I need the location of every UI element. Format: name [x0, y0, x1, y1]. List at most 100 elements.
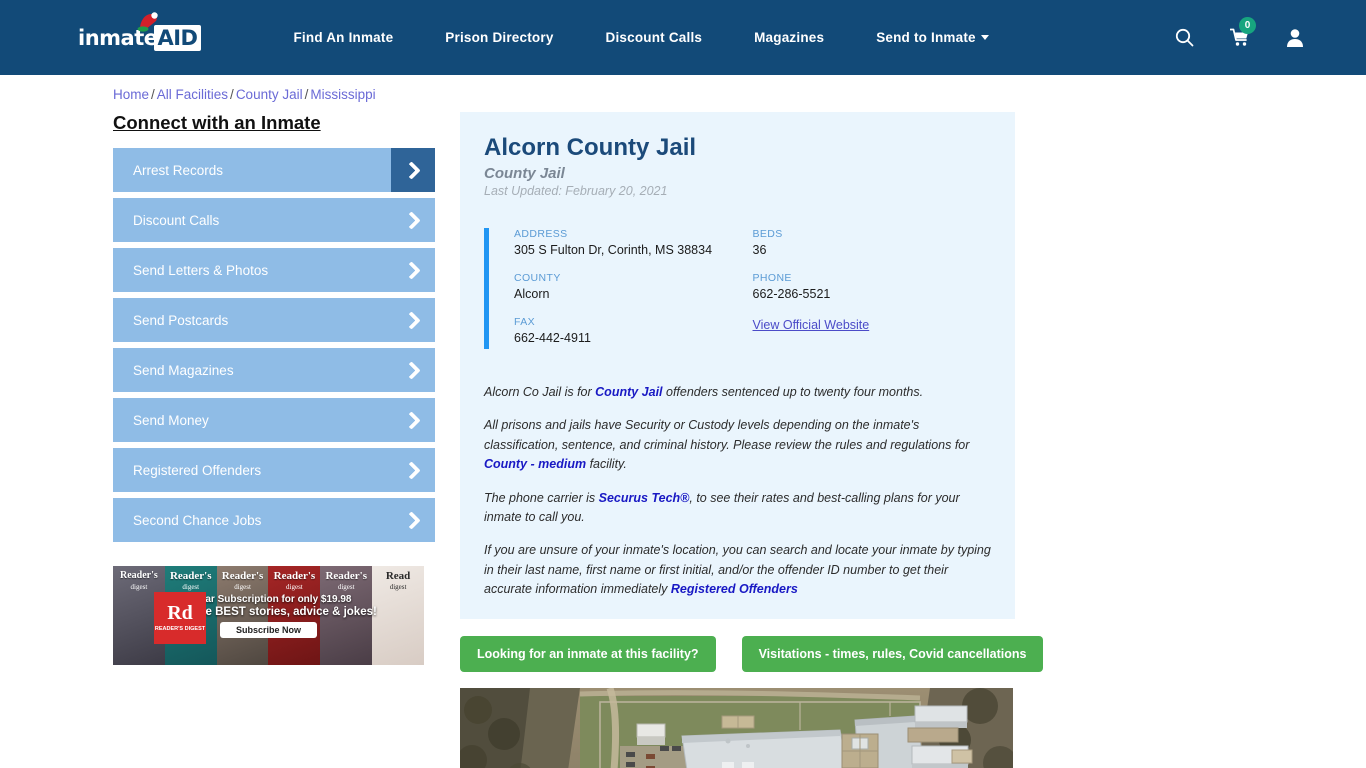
detail-value: 305 S Fulton Dr, Corinth, MS 38834	[514, 243, 713, 257]
sidebar-item-label: Second Chance Jobs	[133, 512, 262, 528]
visitations-info-button[interactable]: Visitations - times, rules, Covid cancel…	[741, 636, 1044, 673]
text-segment: The phone carrier is	[484, 490, 599, 505]
sidebar-item-send-money[interactable]: Send Money	[113, 398, 435, 442]
nav-item-send-to-inmate[interactable]: Send to Inmate	[876, 30, 989, 45]
nav-label: Send to Inmate	[876, 30, 976, 45]
logo-text-aid: AID	[154, 24, 202, 51]
aerial-facility-photo	[460, 688, 1013, 768]
sidebar-item-label: Discount Calls	[133, 212, 220, 228]
link-securus-tech[interactable]: Securus Tech®	[599, 491, 690, 505]
nav-item-magazines[interactable]: Magazines	[754, 30, 824, 45]
ad-headline: 1 Year Subscription for only $19.98	[185, 593, 352, 605]
detail-address: ADDRESS 305 S Fulton Dr, Corinth, MS 388…	[514, 228, 753, 257]
chevron-right-icon	[391, 448, 435, 492]
breadcrumb-item-mississippi[interactable]: Mississippi	[310, 87, 375, 102]
sidebar-item-send-magazines[interactable]: Send Magazines	[113, 348, 435, 392]
sidebar-item-label: Registered Offenders	[133, 462, 262, 478]
detail-beds: BEDS 36	[753, 228, 992, 257]
nav-label: Discount Calls	[605, 30, 703, 45]
page-title: Alcorn County Jail	[484, 134, 697, 161]
description-paragraph-1: Alcorn Co Jail is for County Jail offend…	[484, 383, 991, 402]
nav-item-prison-directory[interactable]: Prison Directory	[445, 30, 553, 45]
facility-details-right-column: BEDS 36 PHONE 662-286-5521 View Official…	[753, 228, 992, 345]
ad-rd-logo-big: Rd	[167, 601, 193, 624]
sidebar-item-discount-calls[interactable]: Discount Calls	[113, 198, 435, 242]
chevron-right-icon	[391, 348, 435, 392]
detail-label: ADDRESS	[514, 228, 568, 240]
detail-phone: PHONE 662-286-5521	[753, 272, 992, 301]
chevron-right-icon	[391, 148, 435, 192]
main-navigation: Find An Inmate Prison Directory Discount…	[293, 30, 989, 45]
detail-fax: FAX 662-442-4911	[514, 316, 753, 345]
text-segment: facility.	[586, 457, 627, 472]
sidebar-item-label: Send Magazines	[133, 362, 234, 378]
chevron-right-icon	[391, 498, 435, 542]
sidebar-item-registered-offenders[interactable]: Registered Offenders	[113, 448, 435, 492]
chevron-right-icon	[391, 298, 435, 342]
site-logo[interactable]: inmate AID	[78, 11, 202, 58]
readers-digest-ad-banner[interactable]: Reader's digest Reader's digest Reader's d…	[113, 566, 424, 665]
last-updated-text: Last Updated: February 20, 2021	[484, 184, 668, 198]
link-county-jail[interactable]: County Jail	[595, 385, 662, 399]
sidebar-title: Connect with an Inmate	[113, 112, 321, 133]
nav-label: Prison Directory	[445, 30, 554, 45]
detail-value: 662-442-4911	[514, 331, 591, 345]
chevron-right-icon	[391, 248, 435, 292]
breadcrumb-item-home[interactable]: Home	[113, 87, 149, 102]
detail-official-website: View Official Website	[753, 316, 992, 334]
detail-label: FAX	[514, 316, 536, 328]
description-paragraph-3: The phone carrier is Securus Tech®, to s…	[484, 489, 991, 528]
search-icon[interactable]	[1175, 28, 1194, 47]
detail-label: PHONE	[752, 272, 792, 284]
breadcrumb-separator: /	[230, 87, 234, 102]
detail-value: 36	[752, 243, 767, 257]
breadcrumb: Home / All Facilities / County Jail / Mississi…	[113, 87, 1366, 102]
nav-label: Find An Inmate	[293, 30, 394, 45]
link-registered-offenders[interactable]: Registered Offenders	[671, 582, 798, 596]
chevron-right-icon	[391, 398, 435, 442]
detail-county: COUNTY Alcorn	[514, 272, 753, 301]
breadcrumb-item-county-jail[interactable]: County Jail	[236, 87, 303, 102]
facility-details-block: ADDRESS 305 S Fulton Dr, Corinth, MS 388…	[484, 228, 991, 349]
sidebar-item-second-chance-jobs[interactable]: Second Chance Jobs	[113, 498, 435, 542]
cta-button-row: Looking for an inmate at this facility? …	[460, 636, 1044, 673]
sidebar: Connect with an Inmate Arrest Records Di…	[113, 112, 435, 768]
chevron-right-icon	[391, 198, 435, 242]
nav-item-find-an-inmate[interactable]: Find An Inmate	[293, 30, 393, 45]
cart-icon[interactable]: 0	[1230, 17, 1256, 47]
breadcrumb-separator: /	[151, 87, 155, 102]
cart-count-badge: 0	[1239, 17, 1256, 34]
user-account-icon[interactable]	[1286, 28, 1304, 47]
facility-description: Alcorn Co Jail is for County Jail offend…	[484, 383, 991, 599]
looking-for-inmate-button[interactable]: Looking for an inmate at this facility?	[460, 636, 716, 673]
breadcrumb-item-all-facilities[interactable]: All Facilities	[157, 87, 228, 102]
nav-label: Magazines	[754, 30, 825, 45]
facility-details-left-column: ADDRESS 305 S Fulton Dr, Corinth, MS 388…	[514, 228, 753, 345]
sidebar-item-label: Arrest Records	[133, 162, 224, 178]
description-paragraph-2: All prisons and jails have Security or C…	[484, 416, 991, 474]
text-segment: offenders sentenced up to twenty four mo…	[662, 385, 924, 399]
sidebar-item-send-postcards[interactable]: Send Postcards	[113, 298, 435, 342]
main-content: Alcorn County Jail County Jail Last Upda…	[460, 112, 1044, 768]
detail-label: COUNTY	[514, 272, 561, 284]
sidebar-item-label: Send Money	[133, 412, 209, 428]
facility-type: County Jail	[484, 165, 565, 182]
detail-label: BEDS	[752, 228, 783, 240]
sidebar-item-send-letters-photos[interactable]: Send Letters & Photos	[113, 248, 435, 292]
facility-info-panel: Alcorn County Jail County Jail Last Upda…	[460, 112, 1015, 620]
nav-item-discount-calls[interactable]: Discount Calls	[606, 30, 703, 45]
sidebar-item-label: Send Postcards	[133, 312, 229, 328]
sidebar-item-arrest-records[interactable]: Arrest Records	[113, 148, 435, 192]
ad-rd-logo: Rd READER'S DIGEST	[154, 592, 206, 644]
page-body: Connect with an Inmate Arrest Records Di…	[0, 102, 1366, 768]
chevron-down-icon	[980, 35, 989, 40]
text-segment: All prisons and jails have Security or C…	[484, 418, 970, 452]
detail-value: 662-286-5521	[752, 287, 831, 301]
santa-hat-icon	[137, 11, 158, 32]
view-official-website-link[interactable]: View Official Website	[753, 318, 870, 332]
sidebar-item-label: Send Letters & Photos	[133, 262, 269, 278]
ad-subscribe-button[interactable]: Subscribe Now	[219, 621, 317, 638]
header-icon-group: 0	[1139, 0, 1304, 75]
link-county-medium[interactable]: County - medium	[484, 457, 586, 471]
detail-value: Alcorn	[514, 287, 550, 301]
